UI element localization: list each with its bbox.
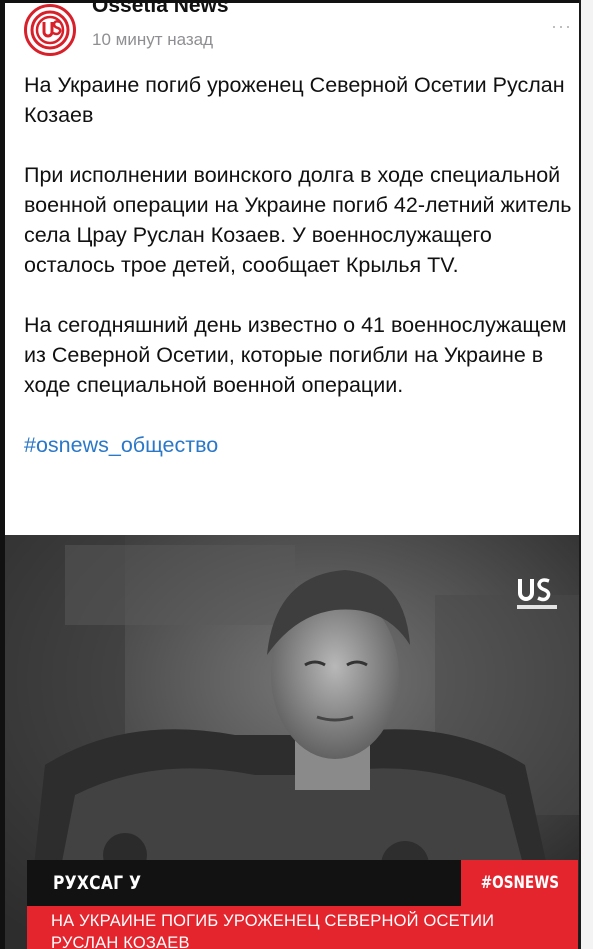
post-paragraph-title: На Украине погиб уроженец Северной Осети… [24, 73, 565, 127]
post-paragraph: На сегодняшний день известно о 41 военно… [24, 313, 567, 397]
headline-line-2: РУСЛАН КОЗАЕВ [51, 934, 190, 949]
more-dots-icon[interactable]: ··· [551, 16, 572, 37]
window-right-edge [579, 0, 593, 949]
banner-label: РУХСАГ У [27, 860, 461, 906]
post-header: Ossetia News 10 минут назад ··· [24, 0, 574, 60]
hashtag-link[interactable]: #osnews_общество [24, 430, 574, 460]
headline-line-1: НА УКРАИНЕ ПОГИБ УРОЖЕНЕЦ СЕВЕРНОЙ ОСЕТИ… [51, 912, 495, 930]
post-paragraph: При исполнении воинского долга в ходе сп… [24, 163, 572, 277]
avatar[interactable] [24, 4, 76, 56]
ossetia-news-logo-icon [30, 10, 70, 50]
banner-label-text: РУХСАГ У [53, 872, 142, 894]
banner-tag-text: #OSNEWS [480, 873, 559, 893]
banner-headline: НА УКРАИНЕ ПОГИБ УРОЖЕНЕЦ СЕВЕРНОЙ ОСЕТИ… [27, 906, 578, 949]
post-body: На Украине погиб уроженец Северной Осети… [24, 70, 574, 460]
author-name[interactable]: Ossetia News [92, 0, 229, 18]
post-timestamp[interactable]: 10 минут назад [92, 30, 213, 50]
banner-tag: #OSNEWS [461, 860, 578, 906]
